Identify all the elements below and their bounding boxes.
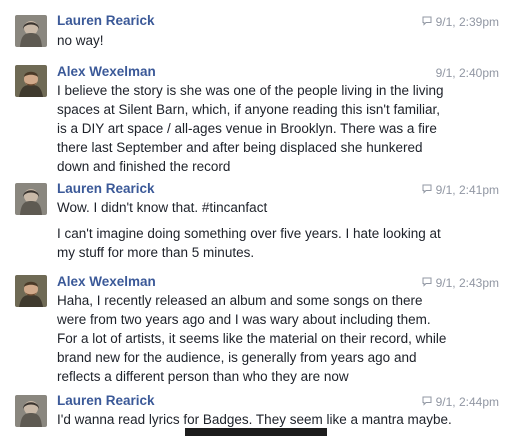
timestamp-text: 9/1, 2:43pm: [435, 276, 499, 290]
message-timestamp: 9/1, 2:43pm: [422, 276, 499, 290]
overlay-tooltip-bar: [185, 428, 327, 436]
timestamp-text: 9/1, 2:41pm: [435, 183, 499, 197]
message-text: I'd wanna read lyrics for Badges. They s…: [57, 412, 452, 427]
avatar[interactable]: [15, 395, 47, 427]
message-text: Wow. I didn't know that. #tincanfact: [57, 200, 268, 215]
reply-icon: [422, 395, 432, 409]
message-text: I believe the story is she was one of th…: [57, 83, 444, 174]
timestamp-text: 9/1, 2:44pm: [435, 395, 499, 409]
timestamp-text: 9/1, 2:40pm: [435, 66, 499, 80]
message-author[interactable]: Lauren Rearick: [57, 181, 155, 196]
message-author[interactable]: Lauren Rearick: [57, 393, 155, 408]
timestamp-text: 9/1, 2:39pm: [435, 15, 499, 29]
reply-icon: [422, 15, 432, 29]
message-timestamp: 9/1, 2:44pm: [422, 395, 499, 409]
message-text: no way!: [57, 33, 104, 48]
message-timestamp: 9/1, 2:39pm: [422, 15, 499, 29]
message-author[interactable]: Alex Wexelman: [57, 274, 156, 289]
message-timestamp: 9/1, 2:41pm: [422, 183, 499, 197]
avatar[interactable]: [15, 15, 47, 47]
message-author[interactable]: Alex Wexelman: [57, 64, 156, 79]
message-text: I can't imagine doing something over fiv…: [57, 226, 441, 260]
message-timestamp: 9/1, 2:40pm: [436, 66, 499, 80]
avatar[interactable]: [15, 183, 47, 215]
message-text: Haha, I recently released an album and s…: [57, 293, 447, 384]
reply-icon: [422, 183, 432, 197]
message-author[interactable]: Lauren Rearick: [57, 13, 155, 28]
reply-icon: [422, 276, 432, 290]
avatar[interactable]: [15, 65, 47, 97]
avatar[interactable]: [15, 275, 47, 307]
